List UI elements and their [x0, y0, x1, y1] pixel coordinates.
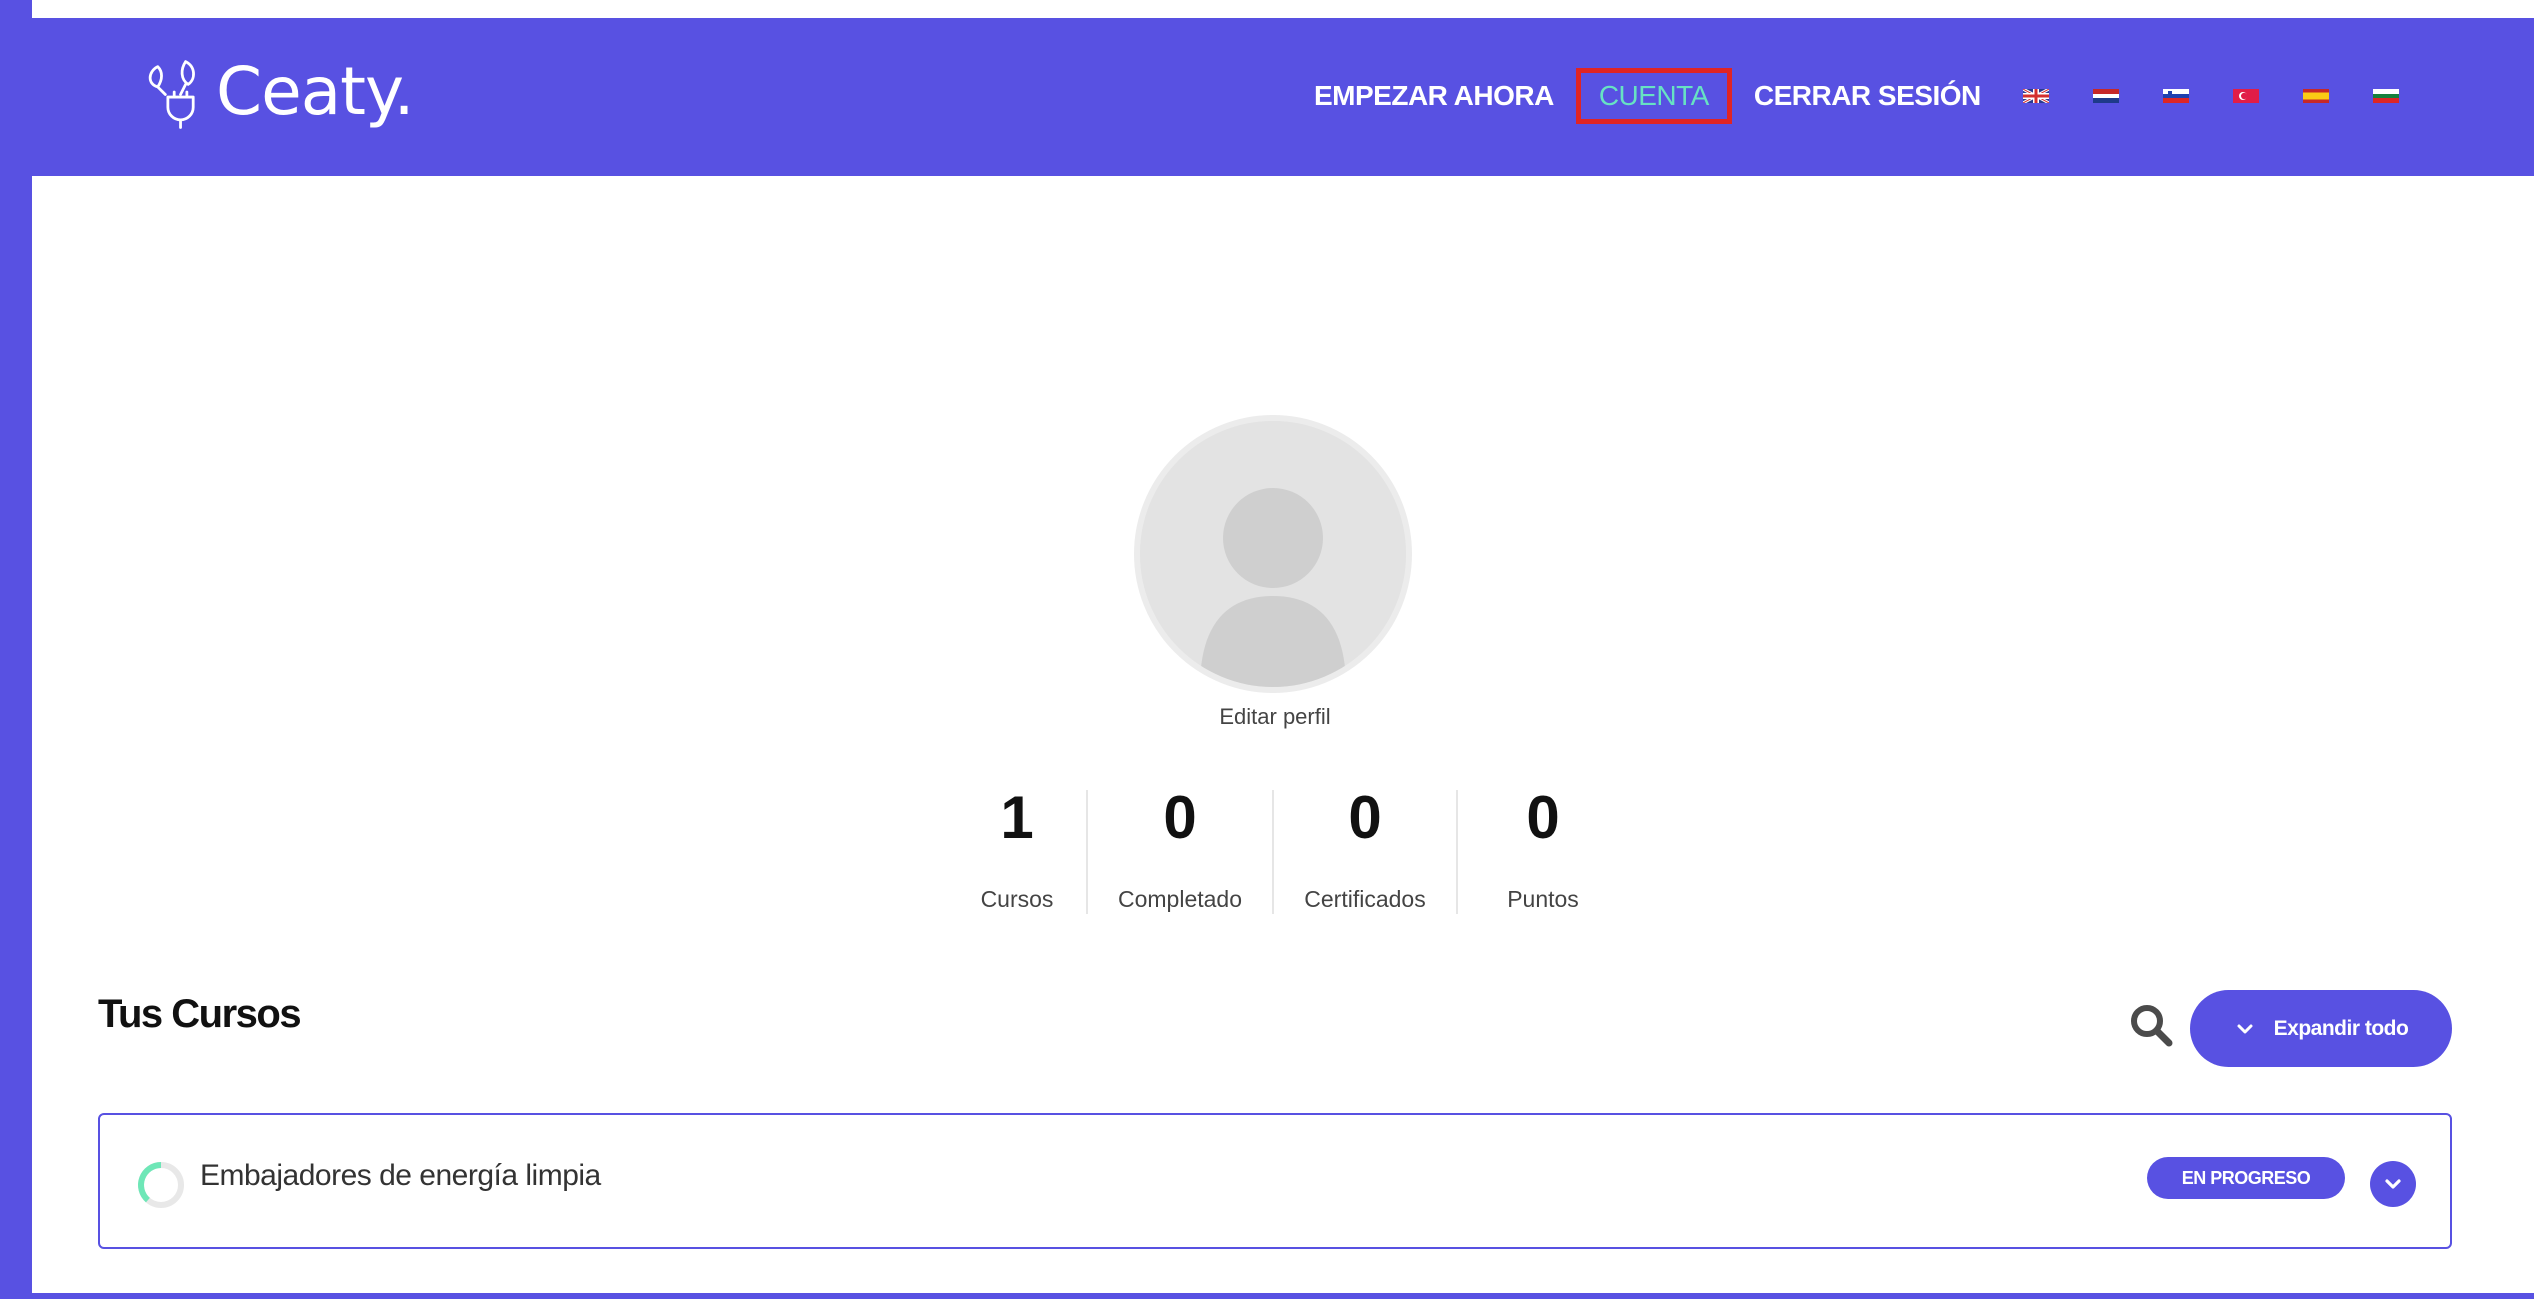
bg-flag-icon[interactable] — [2372, 89, 2399, 103]
nav-link-cerrar-sesion[interactable]: CERRAR SESIÓN — [1740, 68, 1995, 124]
chevron-down-icon — [2237, 1024, 2253, 1033]
stat-value: 0 — [1163, 784, 1197, 851]
stat-value: 0 — [1348, 784, 1382, 851]
stat-label: Puntos — [1507, 886, 1579, 912]
language-switcher — [2022, 89, 2443, 103]
user-silhouette-icon — [1140, 421, 1406, 687]
stat-value: 1 — [1000, 784, 1034, 851]
nl-flag-icon[interactable] — [2092, 89, 2119, 103]
uk-flag-icon[interactable] — [2022, 89, 2049, 103]
expand-all-button[interactable]: Expandir todo — [2190, 990, 2452, 1067]
stat-certificados: 0 Certificados — [1274, 778, 1456, 912]
si-flag-icon[interactable] — [2162, 89, 2189, 103]
avatar[interactable] — [1134, 415, 1412, 693]
nav-link-empezar-ahora[interactable]: EMPEZAR AHORA — [1300, 68, 1568, 124]
main-nav: EMPEZAR AHORA CUENTA CERRAR SESIÓN — [1300, 60, 2443, 132]
es-flag-icon[interactable] — [2302, 89, 2329, 103]
expand-all-label: Expandir todo — [2273, 1016, 2409, 1040]
nav-link-cuenta[interactable]: CUENTA — [1575, 68, 1732, 124]
stat-value: 0 — [1526, 784, 1560, 851]
stat-puntos: 0 Puntos — [1458, 778, 1628, 912]
chevron-down-icon — [2385, 1179, 2401, 1189]
course-title[interactable]: Embajadores de energía limpia — [200, 1159, 601, 1193]
site-header: Ceaty. EMPEZAR AHORA CUENTA CERRAR SESIÓ… — [0, 18, 2534, 176]
search-icon[interactable] — [2128, 1002, 2174, 1048]
top-margin — [0, 0, 2534, 18]
status-badge: EN PROGRESO — [2147, 1157, 2345, 1199]
stat-label: Certificados — [1304, 886, 1426, 912]
brand-logo[interactable]: Ceaty. — [140, 42, 415, 142]
plug-leaf-icon — [148, 60, 195, 129]
section-title: Tus Cursos — [98, 992, 302, 1036]
left-border — [0, 0, 32, 1299]
tr-flag-icon[interactable] — [2232, 89, 2259, 103]
brand-name: Ceaty. — [216, 53, 415, 130]
stat-completado: 0 Completado — [1088, 778, 1272, 912]
stat-label: Completado — [1117, 886, 1243, 912]
stat-cursos: 1 Cursos — [948, 778, 1086, 912]
stat-label: Cursos — [980, 886, 1054, 912]
bottom-border — [0, 1293, 2534, 1299]
profile-stats: 1 Cursos 0 Completado 0 Certificados 0 P… — [948, 778, 1628, 914]
progress-ring-icon — [138, 1162, 184, 1208]
edit-profile-link[interactable]: Editar perfil — [1100, 704, 1450, 730]
expand-course-button[interactable] — [2370, 1161, 2416, 1207]
course-card[interactable]: Embajadores de energía limpia EN PROGRES… — [98, 1113, 2452, 1249]
